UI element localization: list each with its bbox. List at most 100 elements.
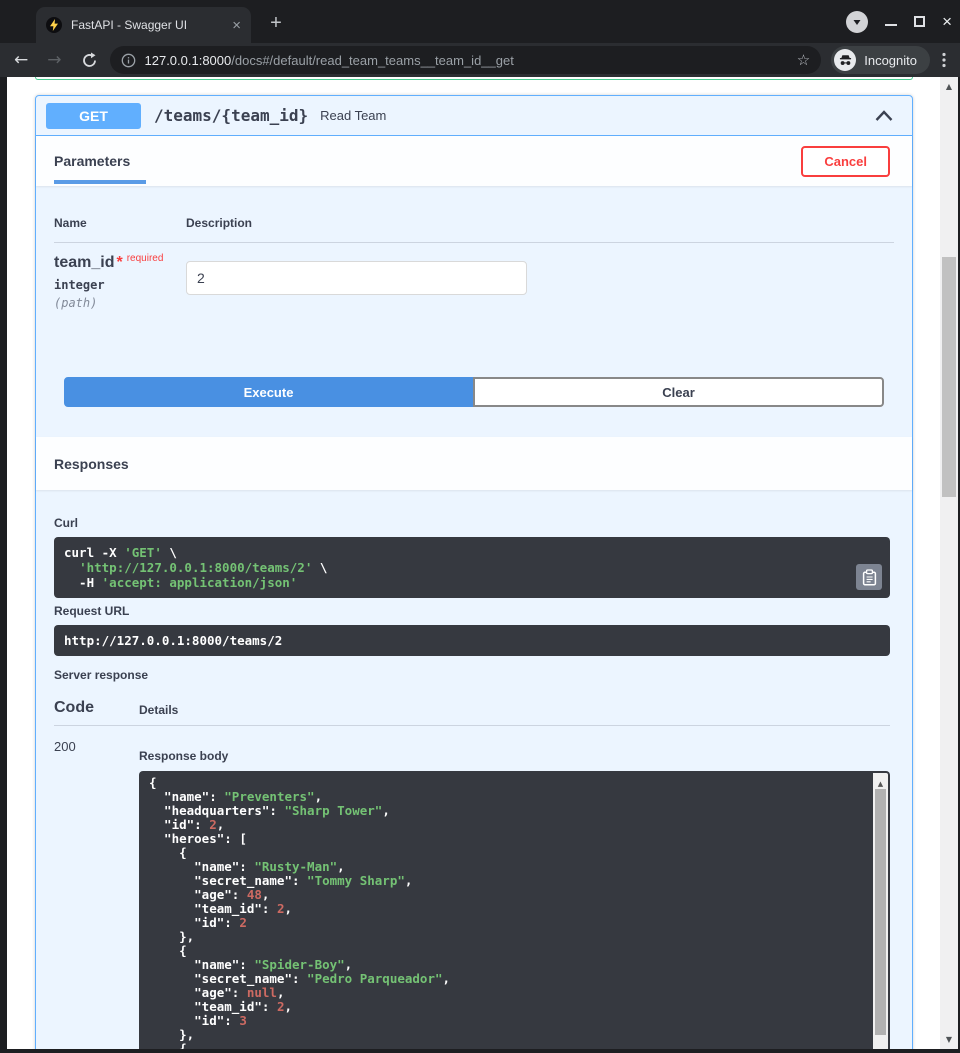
fastapi-favicon-icon: [46, 17, 62, 33]
code-token: {: [149, 845, 187, 860]
code-token: 2: [209, 817, 217, 832]
server-response-label: Server response: [54, 668, 890, 682]
code-token: "secret_name":: [149, 873, 307, 888]
code-token: "Tommy Sharp": [307, 873, 405, 888]
cancel-button[interactable]: Cancel: [801, 146, 890, 177]
browser-tab[interactable]: FastAPI - Swagger UI ×: [36, 7, 251, 43]
code-token: [: [239, 831, 247, 846]
window-controls: ×: [846, 0, 952, 43]
status-code: 200: [54, 739, 139, 1049]
code-token: \: [312, 560, 327, 575]
get-teams-opblock: GET /teams/{team_id} Read Team Parameter…: [35, 95, 913, 1049]
reload-button[interactable]: [81, 52, 98, 69]
code-token: "id":: [149, 1013, 239, 1028]
code-token: "age":: [149, 887, 247, 902]
code-token: },: [149, 1027, 194, 1042]
code-token: "name":: [149, 859, 254, 874]
response-json-line: "id": 2,: [149, 818, 864, 832]
curl-line: -H 'accept: application/json': [64, 575, 850, 590]
site-info-icon[interactable]: [121, 53, 136, 68]
tab-title: FastAPI - Swagger UI: [71, 18, 224, 32]
response-json-line: "name": "Preventers",: [149, 790, 864, 804]
code-token: 'accept: application/json': [102, 575, 298, 590]
opblock-summary[interactable]: GET /teams/{team_id} Read Team: [36, 96, 912, 136]
new-tab-button[interactable]: +: [264, 11, 288, 35]
browser-toolbar: ← → 127.0.0.1:8000/docs#/default/read_te…: [0, 43, 960, 77]
code-token: },: [149, 929, 194, 944]
minimize-button[interactable]: [885, 24, 897, 26]
response-json-line: {: [149, 944, 864, 958]
method-badge: GET: [46, 103, 141, 129]
code-token: 'GET': [124, 545, 162, 560]
description-column-header: Description: [186, 216, 252, 230]
code-token: -H: [64, 575, 102, 590]
response-row: 200 Response body { "name": "Preventers"…: [54, 739, 890, 1049]
code-token: "headquarters":: [149, 803, 284, 818]
incognito-icon: [834, 49, 856, 71]
curl-label: Curl: [54, 516, 890, 530]
code-token: ,: [262, 887, 270, 902]
page-scroll-down-icon[interactable]: ▼: [940, 1035, 958, 1044]
response-json-line: "secret_name": "Tommy Sharp",: [149, 874, 864, 888]
code-token: {: [149, 1041, 187, 1049]
execute-button[interactable]: Execute: [64, 377, 473, 407]
request-url-block: http://127.0.0.1:8000/teams/2: [54, 625, 890, 656]
clear-button[interactable]: Clear: [473, 377, 884, 407]
url-text: 127.0.0.1:8000/docs#/default/read_team_t…: [145, 53, 789, 68]
parameter-name-cell: team_id*required integer (path): [54, 253, 186, 310]
code-token: "heroes":: [149, 831, 239, 846]
tab-parameters[interactable]: Parameters: [54, 136, 130, 186]
tab-close-icon[interactable]: ×: [232, 18, 241, 33]
response-json-line: "name": "Spider-Boy",: [149, 958, 864, 972]
maximize-button[interactable]: [914, 16, 925, 27]
response-body-label: Response body: [139, 749, 890, 763]
collapse-chevron-icon[interactable]: [874, 109, 894, 122]
responses-section-header: Responses: [36, 437, 912, 490]
forward-button[interactable]: →: [47, 52, 61, 69]
code-token: ,: [345, 957, 353, 972]
response-json-line: {: [149, 846, 864, 860]
incognito-label: Incognito: [864, 53, 917, 68]
code-token: ,: [315, 789, 323, 804]
response-json-line: "heroes": [: [149, 832, 864, 846]
code-token: 2: [239, 915, 247, 930]
code-token: "name":: [149, 957, 254, 972]
code-token: "Rusty-Man": [254, 859, 337, 874]
response-body-scrollbar[interactable]: ▲: [873, 773, 888, 1049]
name-column-header: Name: [54, 216, 186, 230]
page-scrollbar[interactable]: ▲ ▼: [940, 77, 958, 1049]
response-json-line: {: [149, 776, 864, 790]
code-token: "Pedro Parqueador": [307, 971, 442, 986]
browser-update-icon[interactable]: [846, 11, 868, 33]
response-json-line: "secret_name": "Pedro Parqueador",: [149, 972, 864, 986]
page-scroll-up-icon[interactable]: ▲: [940, 82, 958, 91]
page-content: GET /teams/{team_id} Read Team Parameter…: [7, 77, 958, 1049]
response-json-line: "name": "Rusty-Man",: [149, 860, 864, 874]
code-token: "id":: [149, 915, 239, 930]
required-asterisk: *: [116, 254, 122, 271]
response-json-line: "headquarters": "Sharp Tower",: [149, 804, 864, 818]
browser-menu-button[interactable]: [942, 52, 946, 68]
code-token: ,: [284, 901, 292, 916]
endpoint-path: /teams/{team_id}: [154, 106, 308, 125]
curl-line: curl -X 'GET' \: [64, 545, 850, 560]
back-button[interactable]: ←: [14, 52, 28, 69]
window-close-button[interactable]: ×: [942, 13, 952, 30]
response-scrollbar-thumb[interactable]: [875, 789, 886, 1035]
response-json-line: "id": 2: [149, 916, 864, 930]
code-token: 'http://127.0.0.1:8000/teams/2': [79, 560, 312, 575]
url-bar[interactable]: 127.0.0.1:8000/docs#/default/read_team_t…: [110, 46, 822, 74]
page-scrollbar-thumb[interactable]: [942, 257, 956, 497]
bookmark-star-icon[interactable]: ☆: [797, 51, 810, 69]
url-host: 127.0.0.1:8000: [145, 53, 232, 68]
code-token: ,: [382, 803, 390, 818]
response-json-line: "age": null,: [149, 986, 864, 1000]
response-json-line: },: [149, 1028, 864, 1042]
code-token: "team_id":: [149, 999, 277, 1014]
code-token: 3: [239, 1013, 247, 1028]
team-id-input[interactable]: [186, 261, 527, 295]
copy-to-clipboard-button[interactable]: [856, 564, 882, 590]
code-column-header: Code: [54, 699, 139, 717]
code-token: \: [162, 545, 177, 560]
parameter-location: (path): [54, 296, 186, 310]
